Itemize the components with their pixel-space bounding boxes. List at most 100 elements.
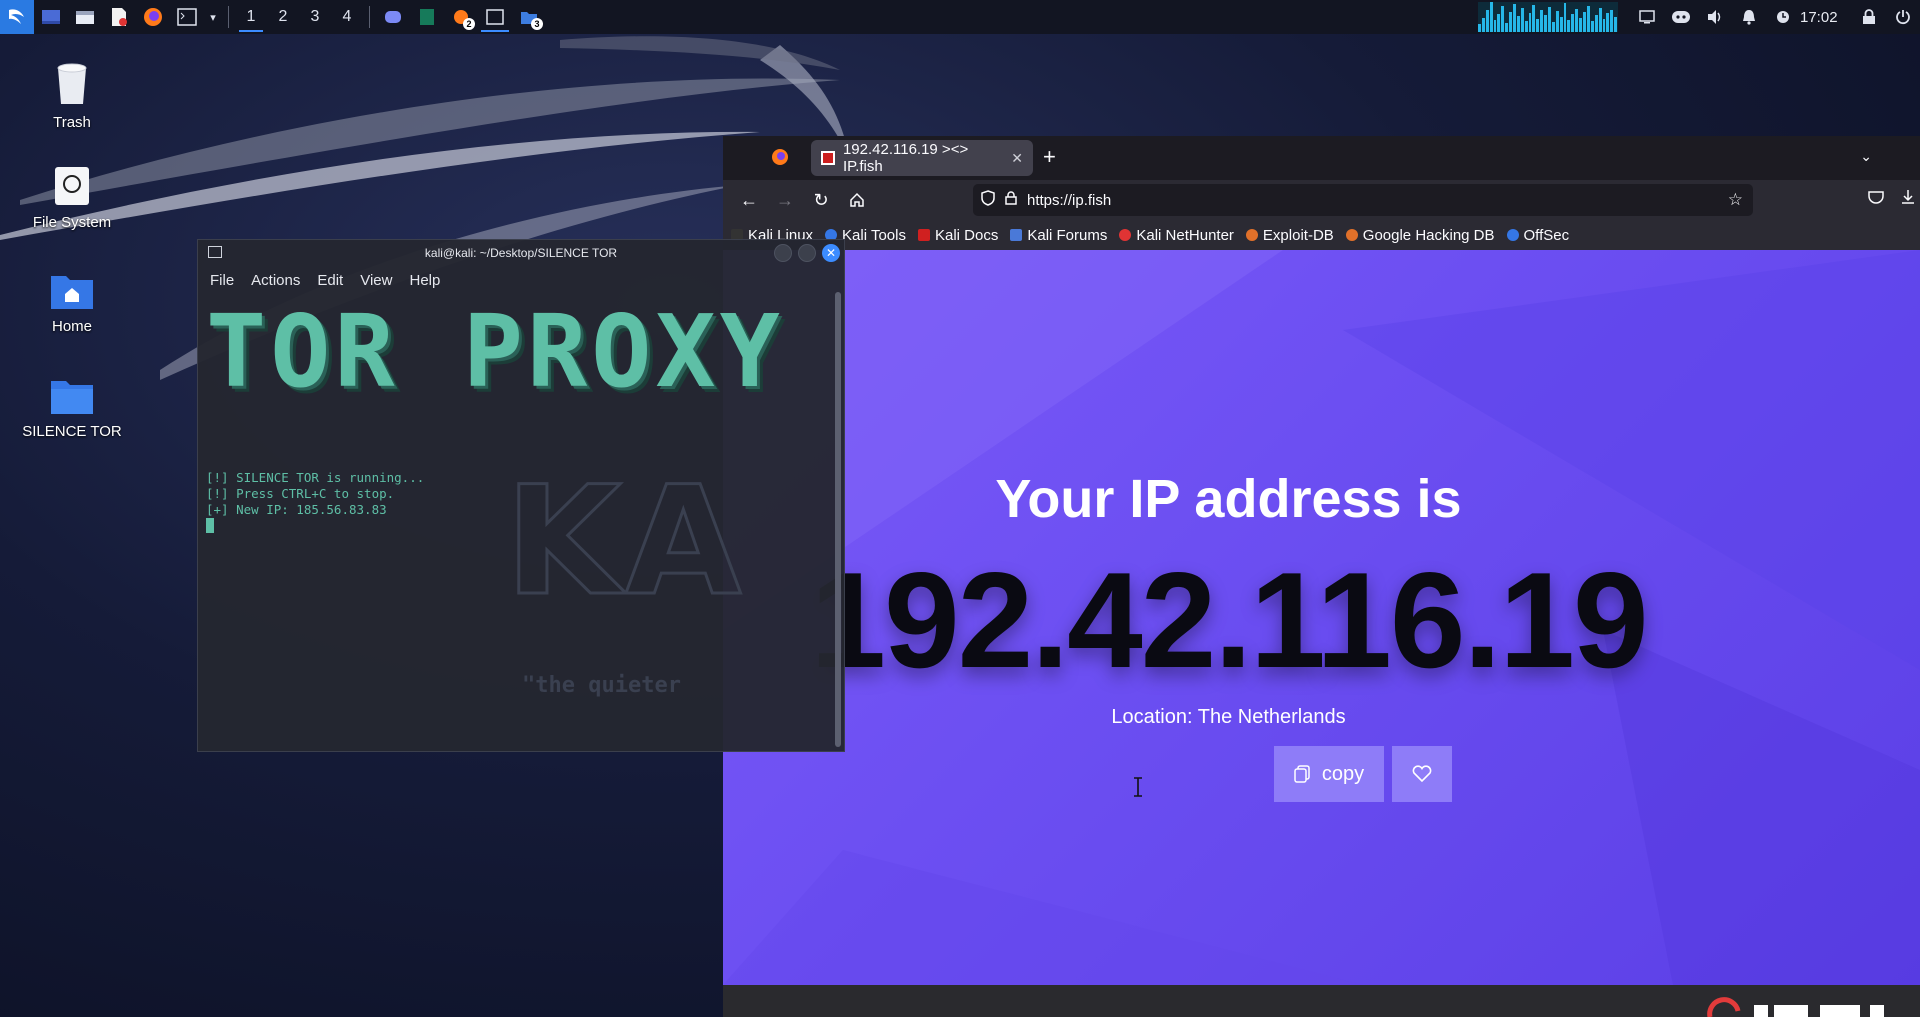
- cpu-graph-bar: [1520, 8, 1524, 32]
- cpu-graph-bar: [1485, 10, 1489, 32]
- cpu-graph-bar: [1497, 14, 1501, 32]
- desktop-icon-silence-tor[interactable]: SILENCE TOR: [12, 377, 132, 440]
- bookmark-google-hacking-db[interactable]: Google Hacking DB: [1345, 227, 1495, 244]
- power-icon[interactable]: [1886, 0, 1920, 34]
- file-manager-icon[interactable]: [68, 0, 102, 34]
- firefox-view-icon[interactable]: [771, 148, 789, 171]
- ip-fish-page: Your IP address is 192.42.116.19 Locatio…: [723, 250, 1920, 985]
- url-bar[interactable]: https://ip.fish ☆: [973, 184, 1753, 216]
- new-tab-icon[interactable]: +: [1043, 144, 1056, 170]
- menu-file[interactable]: File: [210, 272, 234, 289]
- maximize-button[interactable]: [798, 244, 816, 262]
- bookmark-exploit-db[interactable]: Exploit-DB: [1245, 227, 1334, 244]
- page-footer: [723, 985, 1920, 1017]
- cpu-graph-bar: [1606, 13, 1610, 32]
- terminal-line: [!] Press CTRL+C to stop.: [206, 486, 395, 501]
- bookmarks-toolbar: Kali Linux Kali Tools Kali Docs Kali For…: [723, 220, 1920, 250]
- desktop-icon-trash[interactable]: Trash: [12, 60, 132, 131]
- window-count-badge: 3: [531, 18, 543, 30]
- browser-tab-active[interactable]: 192.42.116.19 ><> IP.fish ✕: [811, 140, 1033, 176]
- workspace-label: 1: [246, 8, 256, 25]
- reload-icon[interactable]: ↻: [803, 184, 839, 216]
- bookmark-kali-forums[interactable]: Kali Forums: [1010, 227, 1107, 244]
- padlock-icon[interactable]: [1005, 191, 1017, 209]
- system-tray: 17:02: [1478, 0, 1920, 34]
- lock-screen-icon[interactable]: [1852, 0, 1886, 34]
- copy-button[interactable]: copy: [1274, 746, 1384, 802]
- trash-icon: [57, 63, 87, 104]
- bookmark-kali-docs[interactable]: Kali Docs: [917, 226, 999, 244]
- workspace-label: 2: [278, 8, 288, 25]
- copy-button-label: copy: [1321, 762, 1365, 785]
- cpu-graph-bar: [1509, 12, 1513, 32]
- folder-task-icon[interactable]: 3: [512, 0, 546, 34]
- terminal-menubar: File Actions Edit View Help: [198, 266, 844, 294]
- desktop-icon-home[interactable]: Home: [12, 272, 132, 335]
- launcher-dropdown-icon[interactable]: ▾: [204, 0, 222, 34]
- workspace-1[interactable]: 1: [235, 0, 267, 34]
- close-tab-icon[interactable]: ✕: [1011, 150, 1023, 167]
- notification-bell-icon[interactable]: [1732, 0, 1766, 34]
- cpu-graph-bar: [1501, 6, 1505, 32]
- cpu-graph-bar: [1598, 8, 1602, 32]
- discord-tray-icon[interactable]: [1664, 0, 1698, 34]
- back-arrow-icon[interactable]: ←: [731, 184, 767, 216]
- downloads-icon[interactable]: [1900, 189, 1916, 210]
- discord-task-icon[interactable]: [376, 0, 410, 34]
- bookmark-label: Kali Tools: [842, 226, 906, 244]
- panel-separator: [369, 6, 370, 28]
- url-text[interactable]: https://ip.fish: [1027, 192, 1111, 209]
- bookmark-kali-nethunter[interactable]: Kali NetHunter: [1119, 227, 1234, 244]
- app-task-icon[interactable]: [410, 0, 444, 34]
- firefox-launcher-icon[interactable]: [136, 0, 170, 34]
- bookmark-label: Kali Docs: [934, 226, 999, 244]
- top-panel: ▾ 1 2 3 4 2 3 17:02: [0, 0, 1920, 34]
- terminal-task-icon[interactable]: [478, 0, 512, 34]
- terminal-titlebar[interactable]: kali@kali: ~/Desktop/SILENCE TOR ✕: [198, 240, 844, 266]
- tracking-shield-icon[interactable]: [981, 190, 995, 210]
- pocket-icon[interactable]: [1868, 190, 1884, 209]
- close-window-button[interactable]: ✕: [822, 244, 840, 262]
- kali-forums-icon: [1010, 229, 1023, 241]
- terminal-scrollbar[interactable]: [835, 292, 841, 747]
- workspace-2[interactable]: 2: [267, 0, 299, 34]
- bookmark-star-icon[interactable]: ☆: [1728, 190, 1743, 210]
- minimize-button[interactable]: [774, 244, 792, 262]
- firefox-task-icon[interactable]: 2: [444, 0, 478, 34]
- cpu-graph-bar: [1478, 24, 1481, 32]
- cpu-graph-bar: [1571, 14, 1575, 32]
- window-count-badge: 2: [463, 18, 475, 30]
- menu-actions[interactable]: Actions: [251, 272, 300, 289]
- volume-icon[interactable]: [1698, 0, 1732, 34]
- menu-edit[interactable]: Edit: [317, 272, 343, 289]
- folder-icon: [51, 381, 93, 414]
- show-desktop-icon[interactable]: [34, 0, 68, 34]
- cpu-graph-bar: [1536, 19, 1540, 32]
- workspace-4[interactable]: 4: [331, 0, 363, 34]
- clock-time[interactable]: 17:02: [1800, 9, 1852, 26]
- list-tabs-chevron-icon[interactable]: ⌄: [1860, 148, 1872, 165]
- menu-help[interactable]: Help: [409, 272, 440, 289]
- forward-arrow-icon[interactable]: →: [767, 184, 803, 216]
- screen-icon[interactable]: [1630, 0, 1664, 34]
- cpu-graph-bar: [1540, 10, 1544, 32]
- terminal-output[interactable]: TOR PROXY [!] SILENCE TOR is running... …: [206, 302, 830, 743]
- workspace-label: 3: [310, 8, 320, 25]
- text-editor-icon[interactable]: [102, 0, 136, 34]
- favorite-button[interactable]: [1392, 746, 1452, 802]
- bookmark-label: Kali NetHunter: [1136, 226, 1234, 244]
- kali-menu-icon[interactable]: [0, 0, 34, 34]
- bookmark-offsec[interactable]: OffSec: [1506, 227, 1569, 244]
- desktop-icon-label: SILENCE TOR: [22, 423, 122, 440]
- workspace-label: 4: [342, 8, 352, 25]
- desktop-icon-file-system[interactable]: File System: [12, 166, 132, 231]
- cpu-graph-bar: [1555, 11, 1559, 32]
- terminal-launcher-icon[interactable]: [170, 0, 204, 34]
- menu-view[interactable]: View: [360, 272, 392, 289]
- text-cursor-icon: [1134, 777, 1142, 797]
- home-icon[interactable]: [839, 184, 875, 216]
- terminal-line: [+] New IP: 185.56.83.83: [206, 502, 387, 517]
- cpu-graph-bar: [1583, 12, 1586, 32]
- desktop-icon-label: File System: [32, 214, 112, 231]
- workspace-3[interactable]: 3: [299, 0, 331, 34]
